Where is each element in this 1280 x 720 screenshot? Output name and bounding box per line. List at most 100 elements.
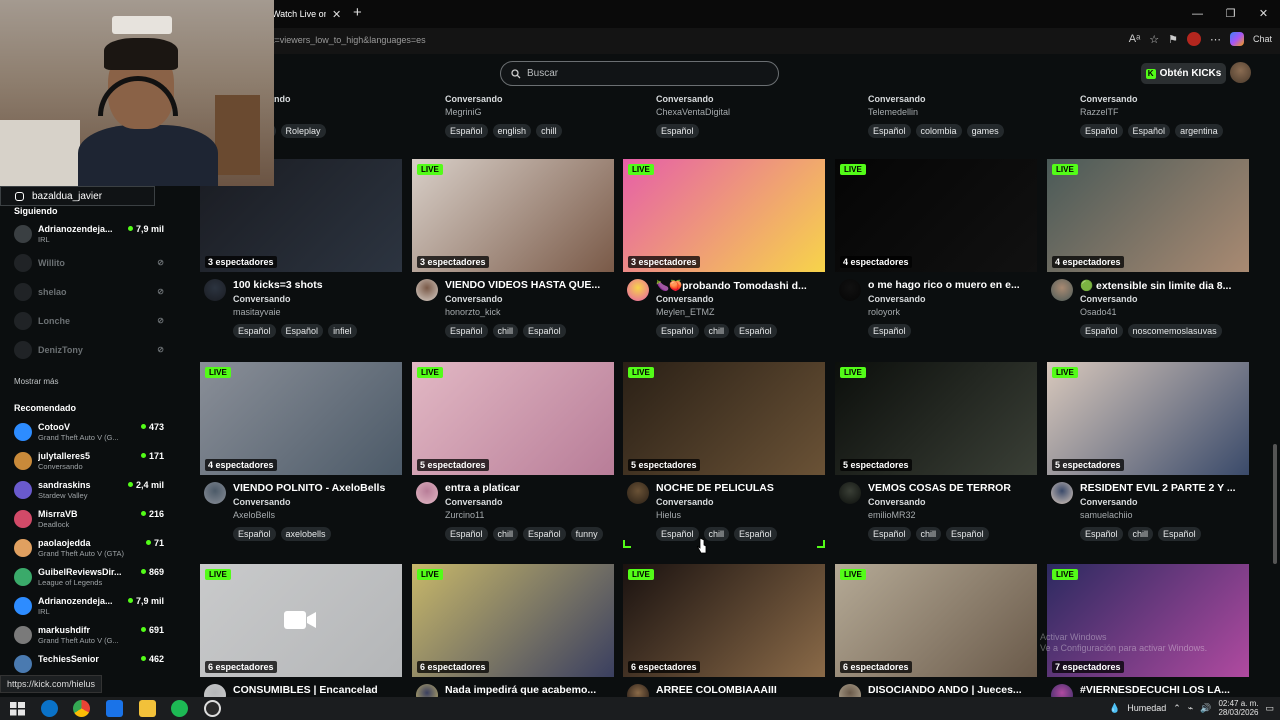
streamer-avatar[interactable] [1051,482,1073,504]
copilot-icon[interactable] [1229,32,1244,46]
stream-title[interactable]: DISOCIANDO ANDO | Jueces... [868,684,1036,696]
stream-thumbnail[interactable]: LIVE 6 espectadores [412,564,614,677]
stream-thumbnail[interactable]: LIVE 6 espectadores [835,564,1037,677]
stream-category[interactable]: Conversando [1080,497,1138,507]
stream-title[interactable]: VEMOS COSAS DE TERROR [868,482,1036,494]
stream-tag[interactable]: Español [523,527,566,541]
stream-thumbnail[interactable]: LIVE 5 espectadores [835,362,1037,475]
new-tab-icon[interactable]: + [353,4,362,21]
stream-card[interactable]: LIVE 4 espectadores VIENDO POLNITO - Axelo… [200,362,402,552]
stream-tag[interactable]: Español [1127,124,1171,138]
stream-category[interactable]: Conversando [445,94,503,104]
sidebar-following-item[interactable]: shelao ⊘ [14,280,164,306]
minimize-icon[interactable]: — [1181,0,1214,28]
show-more-link[interactable]: Mostrar más [14,377,58,386]
stream-thumbnail[interactable]: LIVE 5 espectadores [412,362,614,475]
stream-card[interactable]: LIVE 6 espectadores Nada impedirá que acab… [412,564,614,697]
tray-expand-icon[interactable]: ⌃ [1173,703,1181,714]
stream-card[interactable]: LIVE 5 espectadores NOCHE DE PELICULAS Conv… [623,362,825,552]
stream-title[interactable]: VIENDO POLNITO - AxeloBells [233,482,401,494]
url-text[interactable]: t=viewers_low_to_high&languages=es [272,35,426,45]
streamer-name[interactable]: Osado41 [1080,307,1117,317]
stream-thumbnail[interactable]: LIVE 3 espectadores [412,159,614,272]
stream-thumbnail[interactable]: LIVE 3 espectadores [623,159,825,272]
stream-title[interactable]: CONSUMIBLES | Encancelad [233,684,401,696]
streamer-avatar[interactable] [839,684,861,697]
stream-tag[interactable]: Español [280,324,324,338]
streamer-name[interactable]: samuelachiio [1080,510,1133,520]
stream-category[interactable]: Conversando [656,497,714,507]
stream-title[interactable]: Nada impedirá que acabemo... [445,684,613,696]
stream-category[interactable]: Conversando [656,94,714,104]
mail-icon[interactable] [106,700,123,717]
stream-card[interactable]: LIVE 3 espectadores VIENDO VIDEOS HASTA QU… [412,159,614,349]
more-menu-icon[interactable]: ⋯ [1210,33,1221,46]
stream-card[interactable]: LIVE 7 espectadores #VIERNESDECUCHI LOS LA… [1047,564,1249,697]
weather-label[interactable]: Humedad [1127,703,1166,713]
streamer-avatar[interactable] [1051,684,1073,697]
stream-tag[interactable]: chill [536,124,562,138]
stream-title[interactable]: NOCHE DE PELICULAS [656,482,824,494]
sidebar-recommended-item[interactable]: sandraskins Stardew Valley 2,4 mil [14,478,164,504]
obs-icon[interactable] [204,700,221,717]
stream-tag[interactable]: Roleplay [280,124,326,138]
streamer-name[interactable]: ChexaVentaDigital [656,107,730,117]
stream-category[interactable]: Conversando [1080,294,1138,304]
stream-title[interactable]: RESIDENT EVIL 2 PARTE 2 Y ... [1080,482,1248,494]
edge-browser-icon[interactable] [41,700,58,717]
stream-tag[interactable]: axelobells [280,527,331,541]
stream-tag[interactable]: noscomemoslasuvas [1127,324,1222,338]
streamer-name[interactable]: RazzelTF [1080,107,1119,117]
streamer-name[interactable]: Telemedellin [868,107,918,117]
page-scrollbar[interactable] [1270,54,1280,697]
stream-thumbnail[interactable]: LIVE 5 espectadores [623,362,825,475]
stream-thumbnail[interactable]: LIVE 6 espectadores [200,564,402,677]
stream-category[interactable]: Conversando [1080,94,1138,104]
stream-card[interactable]: LIVE 6 espectadores CONSUMIBLES | Encancel… [200,564,402,697]
read-aloud-icon[interactable]: Aᵃ [1129,33,1140,45]
stream-tag[interactable]: Español [523,324,566,338]
stream-tag[interactable]: Español [868,324,911,338]
streamer-name[interactable]: MegriniG [445,107,482,117]
streamer-avatar[interactable] [204,482,226,504]
stream-tag[interactable]: chill [915,527,942,541]
stream-title[interactable]: VIENDO VIDEOS HASTA QUE... [445,279,613,291]
stream-category[interactable]: Conversando [233,294,291,304]
stream-category[interactable]: Conversando [868,497,926,507]
stream-tag[interactable]: Español [445,124,488,138]
stream-tag[interactable]: Español [233,324,276,338]
stream-tag[interactable]: Español [1080,124,1123,138]
stream-tag[interactable]: chill [703,324,730,338]
user-avatar[interactable] [1230,62,1251,83]
stream-card-partial[interactable]: Conversando ChexaVentaDigital Español [623,92,825,140]
stream-tag[interactable]: Español [656,324,699,338]
sidebar-recommended-item[interactable]: MisrraVB Deadlock 216 [14,507,164,533]
stream-card[interactable]: LIVE 4 espectadores o me hago rico o muero… [835,159,1037,349]
chat-label[interactable]: Chat [1253,34,1272,44]
sidebar-recommended-item[interactable]: markushdifr Grand Theft Auto V (G... 691 [14,623,164,649]
stream-title[interactable]: 100 kicks=3 shots [233,279,401,291]
stream-card[interactable]: LIVE 6 espectadores DISOCIANDO ANDO | Juec… [835,564,1037,697]
stream-title[interactable]: 🟢 extensible sin limite dia 8... [1080,279,1248,292]
sidebar-recommended-item[interactable]: GuibelReviewsDir... League of Legends 869 [14,565,164,591]
stream-tag[interactable]: chill [492,324,519,338]
stream-thumbnail[interactable]: LIVE 7 espectadores [1047,564,1249,677]
close-tab-icon[interactable]: ✕ [332,8,341,21]
stream-title[interactable]: entra a platicar [445,482,613,494]
stream-title[interactable]: 🍆🍑probando Tomodashi d... [656,279,824,292]
stream-category[interactable]: Conversando [445,497,503,507]
chrome-icon[interactable] [73,700,90,717]
stream-tag[interactable]: Español [445,324,488,338]
streamer-name[interactable]: emilioMR32 [868,510,916,520]
streamer-name[interactable]: roloyork [868,307,900,317]
stream-tag[interactable]: Español [445,527,488,541]
network-icon[interactable]: ⌁ [1188,703,1193,714]
stream-card[interactable]: LIVE 3 espectadores 🍆🍑probando Tomodashi d… [623,159,825,349]
sidebar-following-item[interactable]: Willito ⊘ [14,251,164,277]
sidebar-recommended-item[interactable]: julytalleres5 Conversando 171 [14,449,164,475]
volume-icon[interactable]: 🔊 [1200,703,1211,714]
favorite-star-icon[interactable]: ☆ [1149,33,1159,46]
stream-tag[interactable]: infiel [328,324,357,338]
stream-tag[interactable]: argentina [1175,124,1223,138]
streamer-avatar[interactable] [204,279,226,301]
